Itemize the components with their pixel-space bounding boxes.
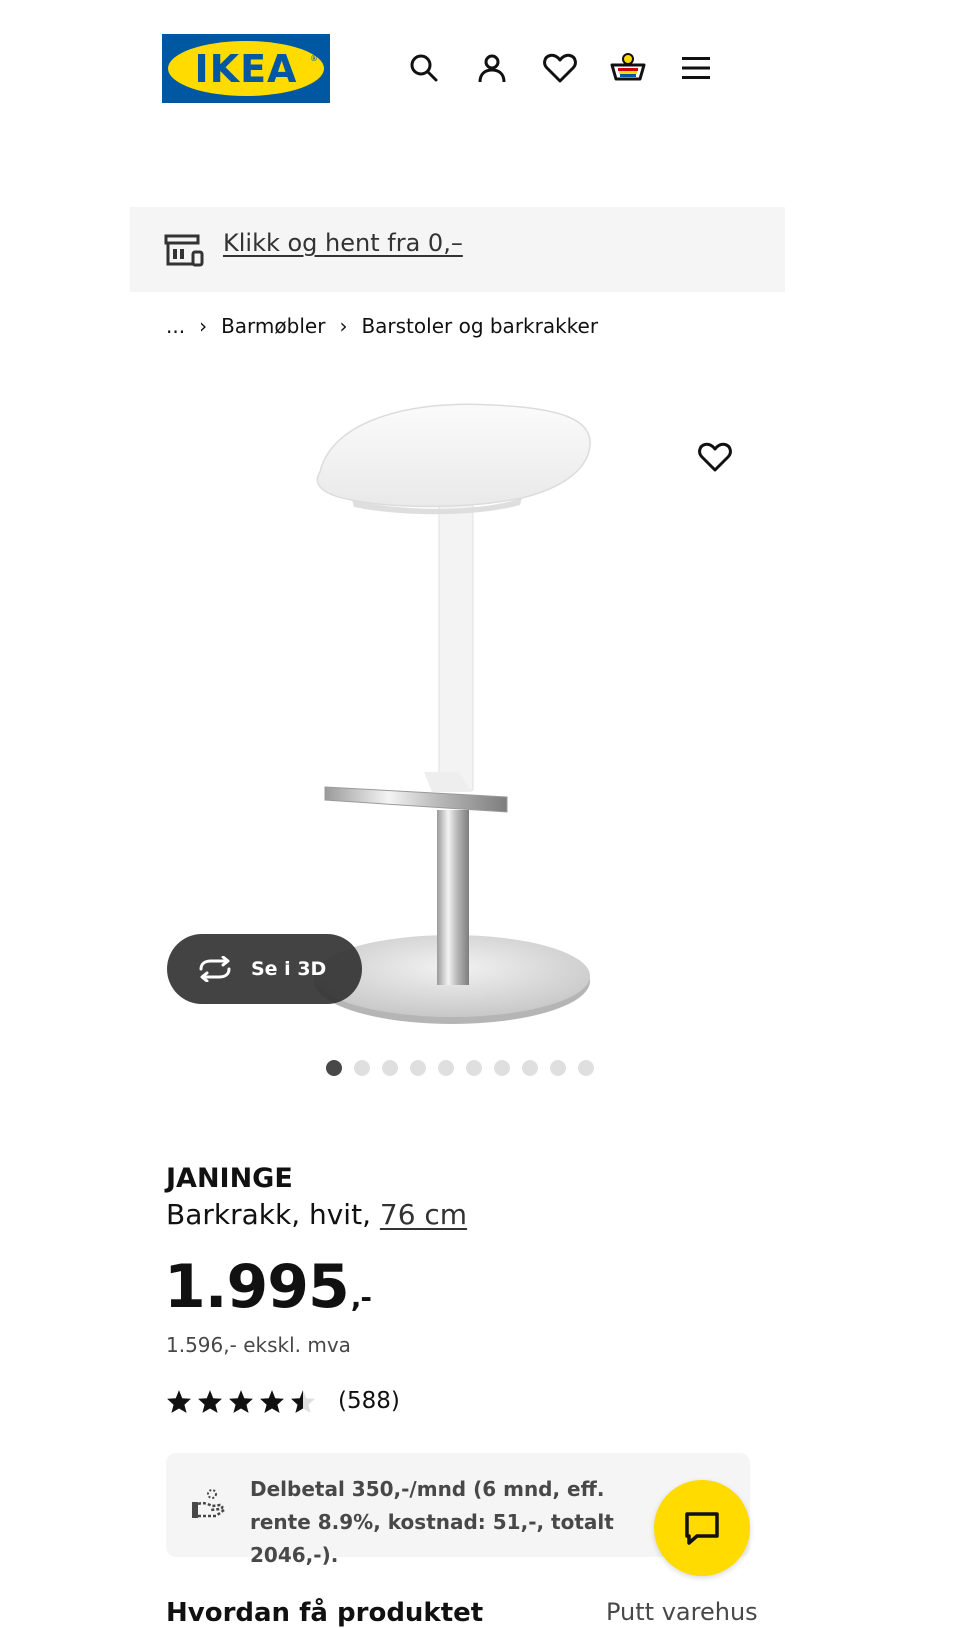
- product-type: Barkrakk, hvit,: [166, 1198, 371, 1231]
- gallery-dots: [326, 1060, 594, 1076]
- gallery-dot[interactable]: [494, 1060, 510, 1076]
- star-icon: [198, 1389, 222, 1413]
- star-icon: [260, 1389, 284, 1413]
- payment-icon: [190, 1488, 226, 1524]
- account-icon[interactable]: [472, 48, 512, 88]
- heart-icon[interactable]: [540, 48, 580, 88]
- chat-icon: [685, 1512, 719, 1545]
- gallery-dot[interactable]: [410, 1060, 426, 1076]
- breadcrumb-item-barstoler[interactable]: Barstoler og barkrakker: [361, 314, 598, 338]
- search-icon[interactable]: [404, 48, 444, 88]
- gallery-dot[interactable]: [382, 1060, 398, 1076]
- price-ex-vat: 1.596,- ekskl. mva: [166, 1333, 351, 1357]
- product-price: 1.995 ,-: [164, 1252, 372, 1322]
- chat-button[interactable]: [654, 1480, 750, 1576]
- breadcrumb: ... › Barmøbler › Barstoler og barkrakke…: [166, 314, 598, 338]
- price-suffix: ,-: [350, 1281, 372, 1314]
- product-rating[interactable]: (588): [166, 1388, 400, 1414]
- chevron-right-icon: ›: [339, 314, 348, 338]
- view-3d-button[interactable]: Se i 3D: [167, 934, 362, 1004]
- gallery-dot[interactable]: [438, 1060, 454, 1076]
- view-3d-label: Se i 3D: [251, 958, 327, 980]
- star-icon: [229, 1389, 253, 1413]
- shopping-bag-icon[interactable]: [608, 48, 648, 88]
- store-icon: [164, 233, 204, 267]
- logo-text: IKEA: [194, 46, 298, 91]
- gallery-dot[interactable]: [466, 1060, 482, 1076]
- review-count[interactable]: (588): [338, 1388, 400, 1414]
- breadcrumb-ellipsis[interactable]: ...: [166, 314, 185, 338]
- store-stock-link[interactable]: Putt varehus: [606, 1598, 758, 1626]
- half-star-icon: [291, 1389, 315, 1413]
- star-icon: [167, 1389, 191, 1413]
- installment-text: Delbetal 350,-/mnd (6 mnd, eff. rente 8.…: [250, 1477, 614, 1567]
- product-size-link[interactable]: 76 cm: [380, 1198, 467, 1231]
- gallery-dot[interactable]: [578, 1060, 594, 1076]
- gallery-dot[interactable]: [354, 1060, 370, 1076]
- product-name: JANINGE: [166, 1163, 293, 1194]
- click-collect-link[interactable]: Klikk og hent fra 0,–: [223, 229, 463, 257]
- delivery-heading: Hvordan få produktet: [166, 1598, 484, 1628]
- rotate-icon: [197, 956, 233, 982]
- product-description: Barkrakk, hvit, 76 cm: [166, 1198, 467, 1231]
- breadcrumb-item-barmobler[interactable]: Barmøbler: [221, 314, 325, 338]
- gallery-dot[interactable]: [326, 1060, 342, 1076]
- price-main: 1.995: [164, 1252, 350, 1322]
- favourite-button[interactable]: [690, 432, 740, 482]
- registered-mark: ®: [310, 54, 318, 63]
- gallery-dot[interactable]: [550, 1060, 566, 1076]
- menu-icon[interactable]: [676, 48, 716, 88]
- rating-stars: [166, 1389, 316, 1414]
- chevron-right-icon: ›: [199, 314, 208, 338]
- ikea-logo[interactable]: IKEA ®: [162, 34, 330, 103]
- click-collect-banner: Klikk og hent fra 0,–: [130, 207, 785, 292]
- gallery-dot[interactable]: [522, 1060, 538, 1076]
